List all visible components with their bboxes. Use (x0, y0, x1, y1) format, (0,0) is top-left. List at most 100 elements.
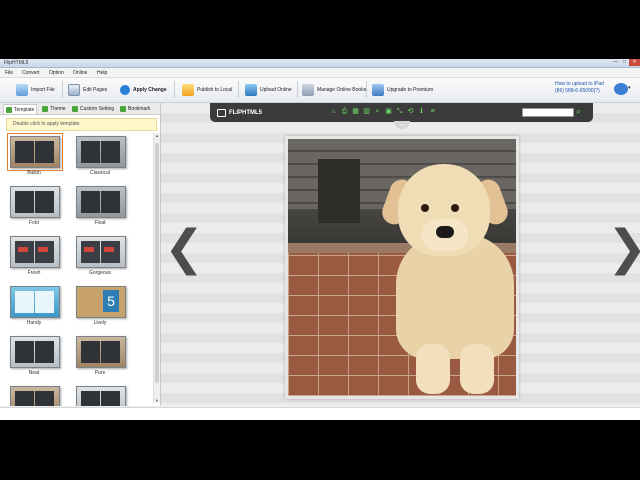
minimize-button[interactable]: — (611, 59, 620, 66)
help-phone: (86) 588-6-65090(?) (555, 88, 600, 94)
template-tab-icon (6, 106, 12, 113)
title-bar: FlipHTML5 — □ ✕ (0, 59, 640, 68)
scrollbar-thumb[interactable] (155, 143, 159, 383)
apply-change-icon (120, 84, 130, 95)
menu-bar: File Convert Option Online Help (0, 68, 640, 78)
template-label: Neat (28, 370, 40, 376)
custom-setting-tab-icon (72, 105, 78, 112)
apply-change-button[interactable]: Apply Change (120, 82, 167, 97)
chevron-down-icon[interactable]: ▾ (628, 85, 631, 91)
search-icon[interactable]: ⌕ (576, 107, 580, 117)
upgrade-button[interactable]: Upgrade to Premium (372, 82, 433, 97)
import-file-button[interactable]: Import File (16, 82, 55, 97)
template-label: Bulkin (27, 170, 41, 176)
template-scrollbar[interactable]: ▲ ▼ (153, 133, 160, 403)
book-page[interactable] (285, 136, 519, 399)
template-item[interactable]: Neat (4, 333, 64, 378)
toolbar-divider (366, 81, 367, 98)
import-file-label: Import File (31, 86, 55, 93)
tab-template[interactable]: Template (3, 104, 38, 114)
status-bar (0, 407, 640, 420)
viewer-tools: ⌂ ⎙ ▦ ▥ ⌕ ▣ ⤡ ⟲ ℹ ≡ (330, 108, 436, 116)
publish-label: Publish to Local (197, 86, 233, 93)
template-thumbnail (10, 386, 60, 406)
tab-theme[interactable]: Theme (40, 104, 68, 113)
thumbnails-icon[interactable]: ▦ (352, 108, 359, 116)
manage-online-books-button[interactable]: Manage Online Books (302, 82, 366, 97)
publish-icon (182, 83, 194, 96)
menu-option[interactable]: Option (49, 70, 64, 76)
template-label: Fresh (27, 270, 41, 276)
template-item[interactable]: 5 Lively (70, 283, 130, 328)
info-icon[interactable]: ℹ (418, 108, 425, 116)
help-link[interactable]: How to upload to iPad (555, 81, 604, 87)
bookmark-tab-icon (120, 105, 126, 112)
template-label: Float (94, 220, 106, 226)
panel-tabs: Template Theme Custom Setting Bookmark (0, 103, 160, 115)
puppy-photo (288, 139, 516, 396)
window-title: FlipHTML5 (4, 60, 29, 66)
prev-page-icon[interactable]: ❮ (164, 223, 204, 275)
template-label: Gorgeous (89, 270, 111, 276)
tab-custom-setting-label: Custom Setting (80, 105, 115, 112)
template-item[interactable]: Gorgeous (70, 233, 130, 278)
bookmark-icon[interactable]: ▥ (363, 108, 370, 116)
user-icon[interactable] (614, 83, 628, 95)
template-item[interactable]: Pure (70, 333, 130, 378)
fliphtml5-logo: FLIPHTML5 (217, 109, 262, 117)
fullscreen-icon[interactable]: ⤡ (396, 108, 403, 116)
menu-online[interactable]: Online (73, 70, 87, 76)
tab-bookmark-label: Bookmark (128, 105, 151, 112)
template-thumbnail (10, 236, 60, 268)
dark-doorway (318, 159, 360, 223)
maximize-button[interactable]: □ (620, 59, 629, 66)
close-button[interactable]: ✕ (629, 59, 640, 66)
toolbar-divider (297, 81, 298, 98)
menu-convert[interactable]: Convert (22, 70, 40, 76)
print-icon[interactable]: ⎙ (341, 108, 348, 116)
toolbar-divider (174, 81, 175, 98)
theme-tab-icon (42, 105, 48, 112)
template-grid: Bulkin Classical Fold Float Fresh Gorgeo… (0, 133, 154, 406)
upgrade-icon (372, 83, 384, 96)
home-icon[interactable]: ⌂ (330, 108, 337, 116)
template-label: Lively (93, 320, 107, 326)
template-item[interactable]: Classical (70, 133, 130, 178)
edit-pages-icon (68, 83, 80, 96)
template-item[interactable]: Float (70, 183, 130, 228)
template-thumbnail (76, 186, 126, 218)
menu-icon[interactable]: ≡ (429, 108, 436, 116)
upload-online-button[interactable]: Upload Online (245, 82, 292, 97)
template-thumbnail (76, 386, 126, 406)
template-item[interactable] (70, 383, 130, 406)
brand-label: FLIPHTML5 (229, 110, 262, 116)
template-thumbnail (7, 133, 63, 171)
book-preview: FLIPHTML5 ⌂ ⎙ ▦ ▥ ⌕ ▣ ⤡ ⟲ ℹ ≡ ⌕ ︿ ❮ ❯ (161, 103, 640, 406)
viewer-toolbar: FLIPHTML5 ⌂ ⎙ ▦ ▥ ⌕ ▣ ⤡ ⟲ ℹ ≡ ⌕ (210, 103, 593, 122)
next-page-icon[interactable]: ❯ (607, 223, 640, 275)
zoom-icon[interactable]: ⌕ (374, 108, 381, 116)
menu-file[interactable]: File (5, 70, 13, 76)
template-panel: Template Theme Custom Setting Bookmark D… (0, 103, 161, 406)
slideshow-icon[interactable]: ▣ (385, 108, 392, 116)
edit-pages-button[interactable]: Edit Pages (68, 82, 107, 97)
scroll-up-icon[interactable]: ▲ (154, 133, 160, 138)
template-label: Fold (29, 220, 39, 226)
template-thumbnail (10, 336, 60, 368)
template-thumbnail (76, 336, 126, 368)
share-icon[interactable]: ⟲ (407, 108, 414, 116)
template-item[interactable]: Fold (4, 183, 64, 228)
publish-button[interactable]: Publish to Local (182, 82, 232, 97)
template-hint: Double click to apply template. (6, 118, 157, 131)
edit-pages-label: Edit Pages (83, 86, 108, 93)
hint-text: Double click to apply template. (13, 121, 81, 127)
viewer-search-input[interactable] (522, 108, 574, 117)
tab-bookmark[interactable]: Bookmark (118, 104, 153, 113)
template-item[interactable]: Bulkin (4, 133, 64, 178)
template-item[interactable]: Fresh (4, 233, 64, 278)
scroll-down-icon[interactable]: ▼ (154, 398, 160, 403)
tab-custom-setting[interactable]: Custom Setting (70, 104, 116, 113)
template-item[interactable] (4, 383, 64, 406)
template-item[interactable]: Handy (4, 283, 64, 328)
menu-help[interactable]: Help (97, 70, 107, 76)
